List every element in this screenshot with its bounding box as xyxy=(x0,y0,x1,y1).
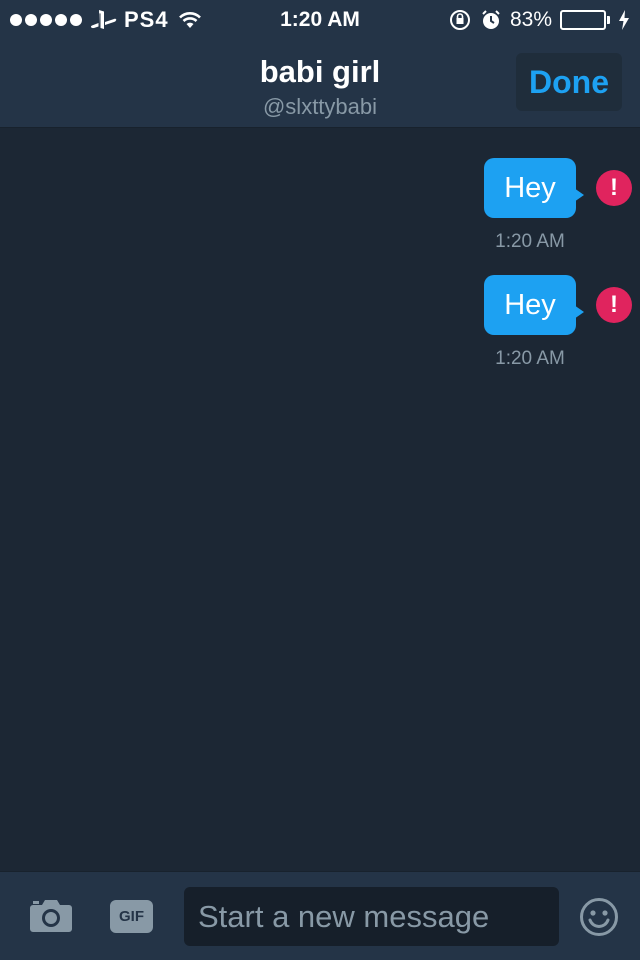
playstation-logo-icon xyxy=(90,10,117,29)
status-right: 83% xyxy=(448,0,630,40)
message-timestamp: 1:20 AM xyxy=(495,231,565,252)
message-input[interactable] xyxy=(184,887,559,946)
emoji-icon[interactable] xyxy=(579,897,619,937)
message-text: Hey xyxy=(504,288,556,321)
battery-icon xyxy=(560,10,610,30)
wifi-icon xyxy=(177,10,203,30)
charging-bolt-icon xyxy=(619,10,629,30)
camera-icon[interactable] xyxy=(29,899,73,933)
message-bubble[interactable]: Hey xyxy=(484,158,584,218)
signal-strength-icon xyxy=(10,14,82,26)
gif-button[interactable]: GIF xyxy=(110,900,153,933)
rotation-lock-icon xyxy=(449,10,470,30)
alarm-icon xyxy=(482,10,500,29)
carrier: PS4 xyxy=(90,7,169,33)
message-text: Hey xyxy=(504,171,556,204)
carrier-name: PS4 xyxy=(124,7,169,32)
conversation-header: babi girl @slxttybabi Done xyxy=(0,40,640,128)
status-bar: PS4 1:20 AM 83% xyxy=(0,0,640,40)
error-icon[interactable]: ! xyxy=(596,170,632,206)
status-left: PS4 xyxy=(0,0,203,40)
done-button[interactable]: Done xyxy=(516,53,622,111)
error-icon[interactable]: ! xyxy=(596,287,632,323)
message-composer: GIF xyxy=(0,871,640,960)
gif-label: GIF xyxy=(119,908,144,925)
message-bubble[interactable]: Hey xyxy=(484,275,584,335)
message-timestamp: 1:20 AM xyxy=(495,348,565,369)
message-list: Hey ! 1:20 AM Hey ! 1:20 AM xyxy=(0,129,640,871)
battery-percent: 83% xyxy=(509,8,552,31)
